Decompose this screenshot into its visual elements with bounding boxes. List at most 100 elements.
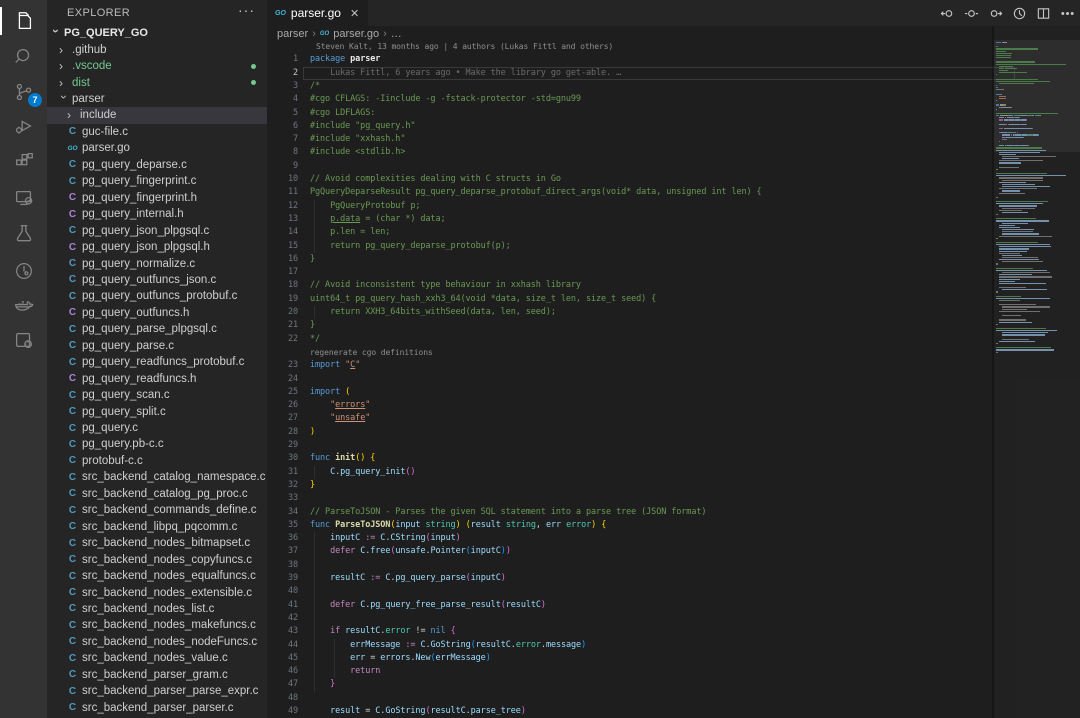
remote-explorer-icon[interactable]	[0, 181, 47, 215]
previous-change-icon[interactable]	[939, 5, 956, 22]
tree-item-pg-query-outfuncs-h[interactable]: Cpg_query_outfuncs.h	[47, 305, 267, 321]
code-line-4: 4#cgo CFLAGS: -Iinclude -g -fstack-prote…	[267, 93, 1080, 106]
extensions-icon[interactable]	[0, 144, 47, 178]
open-changes-icon[interactable]	[963, 5, 980, 22]
tree-item-src-backend-libpq-pqcomm-c[interactable]: Csrc_backend_libpq_pqcomm.c	[47, 519, 267, 535]
tree-item-src-backend-parser-parse-expr-c[interactable]: Csrc_backend_parser_parse_expr.c	[47, 683, 267, 699]
more-actions-icon[interactable]: ···	[238, 2, 255, 18]
close-tab-icon[interactable]: ✕	[350, 7, 359, 20]
code-line-3: 3/*	[267, 80, 1080, 93]
next-change-icon[interactable]	[987, 5, 1004, 22]
tree-item-pg-query-parse-c[interactable]: Cpg_query_parse.c	[47, 338, 267, 354]
explorer-icon[interactable]	[0, 4, 47, 38]
tree-item-pg-query-readfuncs-protobuf-c[interactable]: Cpg_query_readfuncs_protobuf.c	[47, 354, 267, 370]
more-actions-icon[interactable]	[1059, 5, 1076, 22]
tree-item-pg-query-pb-c-c[interactable]: Cpg_query.pb-c.c	[47, 436, 267, 452]
tree-item-pg-query-c[interactable]: Cpg_query.c	[47, 420, 267, 436]
tree-item--vscode[interactable]: ›.vscode	[47, 58, 267, 74]
git-graph-icon[interactable]	[0, 254, 47, 288]
testing-icon[interactable]	[0, 216, 47, 250]
tree-item-src-backend-parser-parser-c[interactable]: Csrc_backend_parser_parser.c	[47, 699, 267, 715]
tree-item-parser[interactable]: ›parser	[47, 91, 267, 107]
tree-item-pg-query-deparse-c[interactable]: Cpg_query_deparse.c	[47, 157, 267, 173]
tree-item-src-backend-nodes-list-c[interactable]: Csrc_backend_nodes_list.c	[47, 601, 267, 617]
tree-item-src-backend-nodes-makefuncs-c[interactable]: Csrc_backend_nodes_makefuncs.c	[47, 617, 267, 633]
code-line-44: 44 errMessage := C.GoString(resultC.erro…	[267, 639, 1080, 652]
line-number: 44	[270, 639, 298, 652]
minimap-line	[999, 276, 1052, 277]
minimap-line	[996, 214, 998, 215]
codelens[interactable]: Steven Kalt, 13 months ago | 4 authors (…	[316, 42, 613, 51]
tree-item-pg-query-scan-c[interactable]: Cpg_query_scan.c	[47, 387, 267, 403]
code-line-1: 1package parser	[267, 53, 1080, 66]
tree-item-pg-query-readfuncs-h[interactable]: Cpg_query_readfuncs.h	[47, 370, 267, 386]
tree-item-pg-query-normalize-c[interactable]: Cpg_query_normalize.c	[47, 255, 267, 271]
minimap-line	[996, 55, 1011, 56]
minimap-line	[1002, 255, 1021, 256]
minimap-line	[1002, 257, 1038, 258]
activity-bar: 7	[0, 0, 47, 718]
file-history-icon[interactable]	[1011, 5, 1028, 22]
tree-item-src-backend-nodes-value-c[interactable]: Csrc_backend_nodes_value.c	[47, 650, 267, 666]
split-editor-icon[interactable]	[1035, 5, 1052, 22]
tree-root-pg-query-go[interactable]: ›PG_QUERY_GO	[47, 25, 267, 41]
tree-item-label: src_backend_catalog_namespace.c	[82, 471, 265, 483]
tree-item-guc-file-c[interactable]: Cguc-file.c	[47, 124, 267, 140]
search-icon[interactable]	[0, 39, 47, 73]
codelens[interactable]: regenerate cgo definitions	[310, 348, 433, 357]
tree-item-pg-query-fingerprint-c[interactable]: Cpg_query_fingerprint.c	[47, 173, 267, 189]
tree-item-pg-query-internal-h[interactable]: Cpg_query_internal.h	[47, 206, 267, 222]
breadcrumb-file[interactable]: parser.go	[333, 28, 379, 40]
tree-item-pg-query-json-plpgsql-h[interactable]: Cpg_query_json_plpgsql.h	[47, 239, 267, 255]
line-number: 32	[270, 479, 298, 492]
breadcrumb-folder[interactable]: parser	[277, 28, 308, 40]
code-line-22: 22*/	[267, 333, 1080, 346]
tree-root-label: PG_QUERY_GO	[64, 27, 148, 39]
tree-item-include[interactable]: ›include	[47, 107, 267, 123]
tree-item-src-backend-catalog-pg-proc-c[interactable]: Csrc_backend_catalog_pg_proc.c	[47, 486, 267, 502]
tree-item-pg-query-outfuncs-protobuf-c[interactable]: Cpg_query_outfuncs_protobuf.c	[47, 288, 267, 304]
line-number: 17	[270, 266, 298, 279]
line-number: 25	[270, 386, 298, 399]
minimap-line	[999, 274, 1032, 275]
tree-item-src-backend-nodes-nodefuncs-c[interactable]: Csrc_backend_nodes_nodeFuncs.c	[47, 634, 267, 650]
h-file-icon: C	[67, 192, 78, 203]
project-settings-icon[interactable]	[0, 323, 47, 357]
minimap-line	[999, 251, 1027, 252]
source-control-badge: 7	[28, 93, 42, 107]
tree-item-src-backend-parser-gram-c[interactable]: Csrc_backend_parser_gram.c	[47, 667, 267, 683]
tree-item-protobuf-c-c[interactable]: Cprotobuf-c.c	[47, 453, 267, 469]
tree-item-pg-query-parse-plpgsql-c[interactable]: Cpg_query_parse_plpgsql.c	[47, 321, 267, 337]
tree-item-src-backend-nodes-copyfuncs-c[interactable]: Csrc_backend_nodes_copyfuncs.c	[47, 551, 267, 567]
tree-item--github[interactable]: ›.github	[47, 41, 267, 57]
tree-item-src-backend-nodes-extensible-c[interactable]: Csrc_backend_nodes_extensible.c	[47, 584, 267, 600]
tree-item-src-backend-nodes-equalfuncs-c[interactable]: Csrc_backend_nodes_equalfuncs.c	[47, 568, 267, 584]
tree-item-src-backend-catalog-namespace-c[interactable]: Csrc_backend_catalog_namespace.c	[47, 469, 267, 485]
tree-item-label: .github	[72, 44, 107, 56]
tab-parser-go[interactable]: GO parser.go ✕	[267, 0, 368, 26]
breadcrumb-symbol[interactable]: …	[391, 28, 402, 40]
tree-item-pg-query-outfuncs-json-c[interactable]: Cpg_query_outfuncs_json.c	[47, 272, 267, 288]
minimap[interactable]	[994, 26, 1080, 718]
tree-item-label: src_backend_nodes_extensible.c	[82, 587, 252, 599]
tree-item-pg-query-split-c[interactable]: Cpg_query_split.c	[47, 403, 267, 419]
minimap-line	[1002, 139, 1007, 140]
tree-item-pg-query-json-plpgsql-c[interactable]: Cpg_query_json_plpgsql.c	[47, 222, 267, 238]
minimap-line	[999, 141, 1000, 142]
code-line-37: 37 defer C.free(unsafe.Pointer(inputC))	[267, 545, 1080, 558]
tree-item-pg-query-fingerprint-h[interactable]: Cpg_query_fingerprint.h	[47, 190, 267, 206]
tree-item-parser-go[interactable]: GOparser.go	[47, 140, 267, 156]
source-control-icon[interactable]: 7	[0, 75, 47, 109]
tree-item-label: src_backend_libpq_pqcomm.c	[82, 521, 237, 533]
code-area[interactable]: Steven Kalt, 13 months ago | 4 authors (…	[267, 40, 1080, 718]
run-and-debug-icon[interactable]	[0, 109, 47, 143]
minimap-line	[996, 352, 998, 353]
line-number: 31	[270, 466, 298, 479]
tree-item-dist[interactable]: ›dist	[47, 74, 267, 90]
minimap-line	[996, 203, 1043, 204]
code-line-27: 27 "unsafe"	[267, 412, 1080, 425]
minimap-line	[1028, 145, 1029, 146]
tree-item-src-backend-nodes-bitmapset-c[interactable]: Csrc_backend_nodes_bitmapset.c	[47, 535, 267, 551]
docker-icon[interactable]	[0, 289, 47, 323]
tree-item-src-backend-commands-define-c[interactable]: Csrc_backend_commands_define.c	[47, 502, 267, 518]
